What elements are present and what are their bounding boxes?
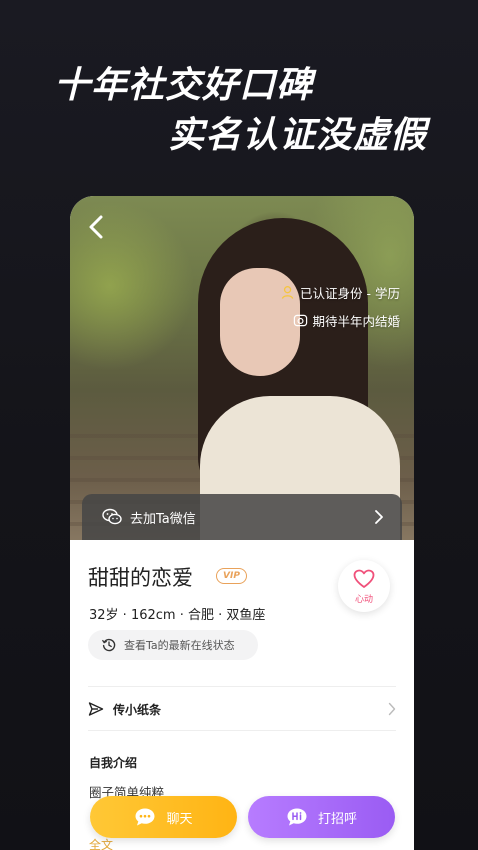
- chat-bubble-icon: [135, 808, 155, 826]
- headline-line1: 十年社交好口碑: [54, 65, 314, 106]
- marriage-tag: 期待半年内结婚: [293, 311, 400, 330]
- divider: [88, 730, 396, 731]
- vip-badge: VIP: [216, 568, 247, 584]
- chevron-right-icon: [375, 510, 383, 524]
- say-hi-button[interactable]: 打招呼: [248, 796, 395, 838]
- chevron-right-icon: [388, 702, 396, 716]
- verified-tag: 已认证身份 - 学历: [281, 283, 400, 302]
- profile-photo: 已认证身份 - 学历 期待半年内结婚 去加Ta微信: [70, 196, 414, 556]
- paper-plane-icon: [88, 702, 104, 716]
- profile-name: 甜甜的恋爱: [88, 566, 193, 590]
- profile-meta: 32岁 · 162cm · 合肥 · 双鱼座: [89, 608, 266, 623]
- online-status-label: 查看Ta的最新在线状态: [124, 639, 235, 652]
- send-note-label: 传小纸条: [113, 702, 162, 717]
- send-note-row[interactable]: 传小纸条: [88, 690, 396, 728]
- like-button[interactable]: 心动: [338, 560, 390, 612]
- online-status-button[interactable]: 查看Ta的最新在线状态: [88, 630, 258, 660]
- divider: [88, 686, 396, 687]
- like-label: 心动: [354, 595, 373, 605]
- wechat-icon: [102, 508, 122, 525]
- heart-icon: [353, 569, 375, 588]
- add-wechat-button[interactable]: 去加Ta微信: [82, 494, 402, 540]
- say-hi-label: 打招呼: [317, 811, 357, 827]
- user-verify-icon: [281, 286, 294, 299]
- chat-button[interactable]: 聊天: [90, 796, 237, 838]
- marriage-tag-label: 期待半年内结婚: [312, 314, 400, 329]
- back-icon[interactable]: [86, 214, 108, 240]
- profile-card: 已认证身份 - 学历 期待半年内结婚 去加Ta微信 甜甜的恋爱 VIP 心动 3…: [70, 196, 414, 850]
- headline-line2: 实名认证没虚假: [168, 115, 428, 156]
- clock-history-icon: [102, 638, 116, 652]
- ring-icon: [294, 314, 308, 327]
- read-more-link[interactable]: 全文: [89, 836, 113, 850]
- verified-tag-label: 已认证身份 - 学历: [300, 286, 400, 301]
- add-wechat-label: 去加Ta微信: [130, 511, 196, 527]
- intro-title: 自我介绍: [89, 756, 138, 770]
- hi-bubble-icon: [287, 808, 307, 826]
- chat-label: 聊天: [166, 811, 193, 827]
